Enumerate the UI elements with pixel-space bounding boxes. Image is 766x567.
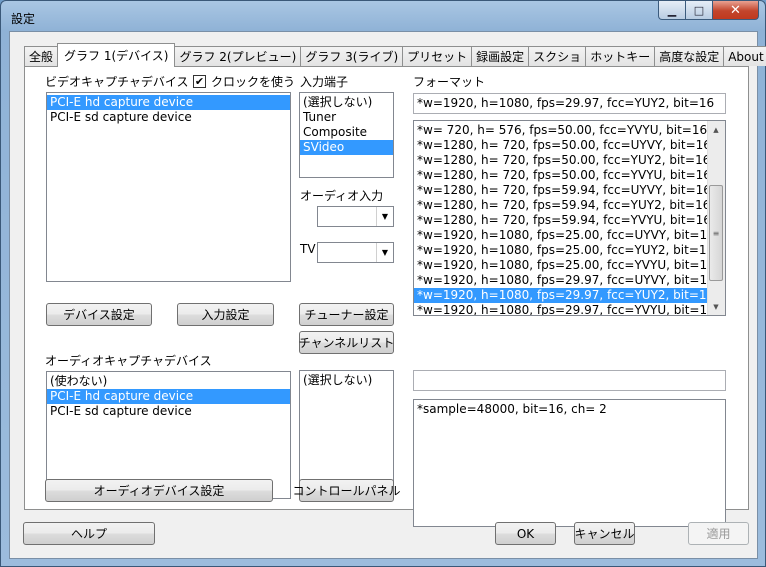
tv-label: TV (300, 242, 316, 256)
dialog-client-area: 全般 グラフ 1(デバイス) グラフ 2(プレビュー) グラフ 3(ライブ) プリセット… (9, 31, 766, 559)
list-item[interactable]: PCI-E hd capture device (47, 95, 290, 110)
apply-button[interactable]: 適用 (688, 522, 749, 545)
minimize-button[interactable]: ▁ (658, 1, 686, 20)
tab-2[interactable]: グラフ 2(プレビュー) (174, 46, 302, 66)
tab-6[interactable]: スクショ (528, 46, 587, 66)
device-settings-button[interactable]: デバイス設定 (46, 303, 152, 326)
tuner-settings-button[interactable]: チューナー設定 (299, 303, 394, 326)
title-bar[interactable]: 設定 ▁ □ ✕ (1, 1, 765, 31)
window-title: 設定 (11, 12, 36, 26)
list-item[interactable]: *w=1920, h=1080, fps=29.97, fcc=YVYU, bi… (414, 303, 715, 315)
list-item[interactable]: PCI-E hd capture device (47, 389, 290, 404)
list-item[interactable]: *w=1280, h= 720, fps=59.94, fcc=YUY2, bi… (414, 198, 710, 213)
list-item[interactable]: *w= 720, h= 576, fps=50.00, fcc=YVYU, bi… (414, 123, 708, 138)
list-item[interactable]: (使わない) (47, 374, 290, 389)
input-terminal-list[interactable]: (選択しない) Tuner Composite SVideo (299, 92, 394, 178)
scroll-down-icon[interactable]: ▼ (708, 298, 724, 315)
list-item[interactable]: PCI-E sd capture device (47, 404, 290, 419)
tab-strip: 全般 グラフ 1(デバイス) グラフ 2(プレビュー) グラフ 3(ライブ) プリセット… (24, 43, 766, 67)
format-current-field[interactable]: *w=1920, h=1080, fps=29.97, fcc=YUY2, bi… (413, 93, 726, 114)
tab-5[interactable]: 録画設定 (471, 46, 530, 66)
control-panel-button[interactable]: コントロールパネル (293, 479, 401, 502)
tab-4[interactable]: プリセット (402, 46, 473, 66)
list-item[interactable]: *w=1920, h=1080, fps=25.00, fcc=UYVY, bi… (414, 228, 715, 243)
tab-3[interactable]: グラフ 3(ライブ) (300, 46, 404, 66)
tab-9[interactable]: About (723, 46, 766, 66)
tab-1[interactable]: グラフ 1(デバイス) (57, 43, 176, 67)
audio-format-field[interactable] (413, 370, 726, 391)
list-item[interactable]: *w=1280, h= 720, fps=50.00, fcc=YUY2, bi… (414, 153, 710, 168)
list-item[interactable]: *w=1920, h=1080, fps=25.00, fcc=YVYU, bi… (414, 258, 715, 273)
list-item[interactable]: Tuner (300, 110, 393, 125)
list-item[interactable]: *w=1920, h=1080, fps=25.00, fcc=YUY2, bi… (414, 243, 714, 258)
list-item[interactable]: *w=1280, h= 720, fps=50.00, fcc=YVYU, bi… (414, 168, 711, 183)
video-device-list[interactable]: PCI-E hd capture device PCI-E sd capture … (46, 92, 291, 282)
list-item[interactable]: *sample=48000, bit=16, ch= 2 (414, 402, 725, 417)
video-device-label: ビデオキャプチャデバイス (45, 75, 189, 89)
chevron-down-icon: ▼ (376, 243, 393, 262)
audio-format-list[interactable]: *sample=48000, bit=16, ch= 2 (413, 399, 726, 527)
help-button[interactable]: ヘルプ (23, 522, 155, 545)
tab-panel-graph1: ビデオキャプチャデバイス ✔ クロックを使う PCI-E hd capture … (24, 66, 749, 527)
list-item[interactable]: Composite (300, 125, 393, 140)
list-item[interactable]: *w=1280, h= 720, fps=59.94, fcc=UYVY, bi… (414, 183, 711, 198)
ok-button[interactable]: OK (495, 522, 556, 545)
format-list[interactable]: *w= 720, h= 576, fps=50.00, fcc=YVYU, bi… (413, 120, 726, 316)
audio-device-label: オーディオキャプチャデバイス (45, 354, 212, 368)
list-item[interactable]: *w=1280, h= 720, fps=50.00, fcc=UYVY, bi… (414, 138, 711, 153)
tv-combo[interactable]: ▼ (317, 242, 394, 263)
tab-0[interactable]: 全般 (24, 46, 59, 66)
audio-input-label: オーディオ入力 (300, 189, 384, 203)
format-label: フォーマット (413, 75, 486, 89)
input-settings-button[interactable]: 入力設定 (177, 303, 274, 326)
list-item[interactable]: (選択しない) (300, 373, 393, 388)
minimize-icon: ▁ (667, 3, 677, 17)
clock-label: クロックを使う (211, 75, 296, 89)
caption-buttons: ▁ □ ✕ (658, 1, 759, 20)
list-item[interactable]: *w=1920, h=1080, fps=29.97, fcc=UYVY, bi… (414, 273, 715, 288)
audio-input-combo[interactable]: ▼ (317, 206, 394, 227)
cancel-button[interactable]: キャンセル (574, 522, 635, 545)
format-list-items: *w= 720, h= 576, fps=50.00, fcc=YVYU, bi… (414, 121, 715, 315)
scroll-up-icon[interactable]: ▲ (708, 121, 724, 138)
scroll-thumb[interactable]: ≡ (709, 185, 723, 281)
settings-window: 設定 ▁ □ ✕ 全般 グラフ 1(デバイス) グラフ 2(プレビュー) グラフ 3(… (0, 0, 766, 567)
tab-7[interactable]: ホットキー (585, 46, 656, 66)
tab-8[interactable]: 高度な設定 (654, 46, 725, 66)
chevron-down-icon: ▼ (376, 207, 393, 226)
list-item[interactable]: *w=1920, h=1080, fps=29.97, fcc=YUY2, bi… (414, 288, 714, 303)
channel-list-button[interactable]: チャンネルリスト (299, 331, 394, 354)
audio-device-settings-button[interactable]: オーディオデバイス設定 (45, 479, 273, 502)
list-item[interactable]: (選択しない) (300, 95, 393, 110)
maximize-icon: □ (693, 3, 705, 17)
list-item[interactable]: PCI-E sd capture device (47, 110, 290, 125)
close-icon: ✕ (730, 2, 741, 18)
format-list-scrollbar[interactable]: ▲ ≡ ▼ (707, 121, 725, 315)
close-button[interactable]: ✕ (713, 1, 759, 20)
maximize-button[interactable]: □ (686, 1, 713, 20)
input-terminal-label: 入力端子 (300, 75, 349, 89)
list-item[interactable]: SVideo (300, 140, 393, 155)
list-item[interactable]: *w=1280, h= 720, fps=59.94, fcc=YVYU, bi… (414, 213, 711, 228)
clock-checkbox[interactable]: ✔ (193, 75, 206, 88)
